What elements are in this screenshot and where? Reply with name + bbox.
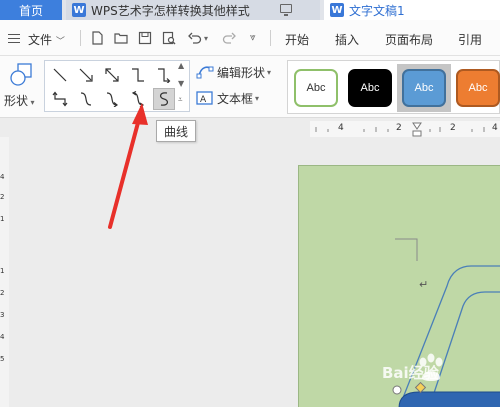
red-annotation-arrow <box>108 103 148 229</box>
tooltip-text: 曲线 <box>163 124 188 139</box>
tooltip: 曲线 <box>156 120 196 142</box>
